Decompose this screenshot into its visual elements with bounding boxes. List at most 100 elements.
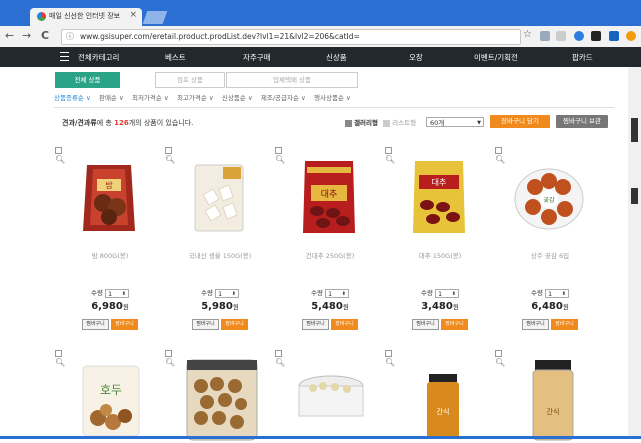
select-checkbox[interactable]: [495, 350, 502, 357]
quantity-stepper[interactable]: 1 ⬍: [104, 288, 129, 298]
quantity-stepper[interactable]: 1 ⬍: [434, 288, 459, 299]
extension-icon[interactable]: [609, 31, 619, 41]
tab-close-button[interactable]: ×: [129, 10, 137, 20]
product-card[interactable]: 🔍︎ 대추 건대추 250G(봉) 수량 1 ⬍ 5,480원 찜바구니 장바구니: [275, 147, 385, 337]
quantity-stepper[interactable]: 1 ⬍: [324, 288, 349, 299]
product-image[interactable]: 간식: [403, 356, 479, 441]
product-image[interactable]: 밤: [73, 155, 145, 235]
sort-new[interactable]: 신상품순 ∨: [222, 94, 253, 102]
product-card[interactable]: 🔍︎ 밤 밤 800G(봉) 수량 1 ⬍ 6,980원 찜바구니 장바구니: [55, 147, 165, 337]
select-checkbox[interactable]: [275, 350, 282, 357]
sort-product-type[interactable]: 상품종류순 ∨: [54, 94, 91, 102]
extension-icon[interactable]: [540, 31, 550, 41]
tab-all-products[interactable]: 전체 상품: [55, 72, 120, 88]
tab-store-products[interactable]: 점포 상품: [155, 72, 225, 88]
product-card[interactable]: 🔍︎ 곶감 상주 곶감 6입 수량 1 ⬍ 6,480원 찜바구니 장바구니: [495, 147, 605, 337]
stepper-arrows-icon[interactable]: ⬍: [452, 290, 456, 299]
select-checkbox[interactable]: [165, 147, 172, 154]
quantity-stepper[interactable]: 1 ⬍: [214, 288, 239, 299]
extension-icon[interactable]: [574, 31, 584, 41]
product-card[interactable]: 🔍︎ 대추 대추 150G(봉) 수량 1 ⬍ 3,480원 찜바구니 장바구니: [385, 147, 495, 337]
keep-item-button[interactable]: 찜바구니: [302, 319, 329, 330]
zoom-icon[interactable]: 🔍︎: [165, 358, 175, 367]
add-item-to-cart-button[interactable]: 장바구니: [221, 319, 248, 330]
menu-icon[interactable]: [60, 52, 69, 61]
sort-lowest-price[interactable]: 최저가격순 ∨: [132, 94, 169, 102]
select-checkbox[interactable]: [495, 147, 502, 154]
select-checkbox[interactable]: [165, 350, 172, 357]
add-item-to-cart-button[interactable]: 장바구니: [331, 319, 358, 330]
reload-button[interactable]: C: [41, 29, 49, 42]
quantity-stepper[interactable]: 1 ⬍: [544, 288, 569, 299]
select-checkbox[interactable]: [275, 147, 282, 154]
nav-events[interactable]: 이벤트/기획전: [474, 52, 518, 63]
back-button[interactable]: ←: [5, 29, 14, 42]
product-name[interactable]: 대추 150G(봉): [385, 250, 495, 260]
zoom-icon[interactable]: 🔍︎: [495, 358, 505, 367]
product-card[interactable]: 🔍︎: [275, 350, 385, 440]
sort-highest-price[interactable]: 최고가격순 ∨: [177, 94, 214, 102]
extension-icon[interactable]: [626, 31, 636, 41]
keep-item-button[interactable]: 찜바구니: [82, 319, 109, 330]
product-name[interactable]: 건대추 250G(봉): [275, 250, 385, 260]
keep-item-button[interactable]: 찜바구니: [412, 319, 439, 330]
add-item-to-cart-button[interactable]: 장바구니: [441, 319, 468, 330]
stepper-arrows-icon[interactable]: ⬍: [342, 290, 346, 299]
forward-button[interactable]: →: [22, 29, 31, 42]
keep-button[interactable]: 찜바구니 보관: [556, 115, 608, 128]
stepper-arrows-icon[interactable]: ⬍: [562, 290, 566, 299]
list-view-button[interactable]: 리스트형: [392, 119, 416, 127]
nav-card[interactable]: 팝카드: [572, 52, 593, 63]
bookmark-star-icon[interactable]: ☆: [523, 29, 532, 40]
add-to-cart-button[interactable]: 장바구니 담기: [490, 115, 550, 128]
product-image[interactable]: 간식: [513, 356, 589, 441]
product-image[interactable]: [293, 356, 369, 441]
product-card[interactable]: 🔍︎: [165, 350, 275, 441]
url-input[interactable]: ⓘ www.gsisuper.com/eretail.product.prodL…: [61, 29, 521, 45]
zoom-icon[interactable]: 🔍︎: [165, 155, 175, 164]
product-name[interactable]: 상주 곶감 6입: [495, 250, 605, 260]
zoom-icon[interactable]: 🔍︎: [275, 155, 285, 164]
extension-icon[interactable]: [556, 31, 566, 41]
add-item-to-cart-button[interactable]: 장바구니: [551, 319, 578, 330]
grid-view-icon[interactable]: [345, 119, 352, 127]
nav-best[interactable]: 베스트: [165, 52, 186, 63]
product-image[interactable]: 호두: [73, 356, 149, 441]
list-view-icon[interactable]: [383, 119, 391, 127]
scrollbar-thumb[interactable]: [631, 118, 638, 142]
nav-all-categories[interactable]: 전체카테고리: [78, 52, 119, 63]
nav-frequent[interactable]: 자주구매: [243, 52, 271, 63]
product-image[interactable]: 곶감: [513, 155, 585, 235]
keep-item-button[interactable]: 찜바구니: [522, 319, 549, 330]
sort-manufacturer[interactable]: 제조/공급자순 ∨: [261, 94, 306, 102]
zoom-icon[interactable]: 🔍︎: [385, 358, 395, 367]
product-image[interactable]: 대추: [403, 155, 475, 235]
select-checkbox[interactable]: [385, 350, 392, 357]
zoom-icon[interactable]: 🔍︎: [275, 358, 285, 367]
product-image[interactable]: [183, 155, 255, 235]
sort-event[interactable]: 행사상품순 ∨: [314, 94, 351, 102]
gallery-view-button[interactable]: 갤러리형: [354, 119, 378, 127]
select-checkbox[interactable]: [385, 147, 392, 154]
add-item-to-cart-button[interactable]: 장바구니: [111, 319, 138, 330]
product-image[interactable]: [183, 356, 259, 441]
keep-item-button[interactable]: 찜바구니: [192, 319, 219, 330]
info-icon[interactable]: ⓘ: [66, 31, 74, 42]
stepper-arrows-icon[interactable]: ⬍: [232, 290, 236, 299]
product-image[interactable]: 대추: [293, 155, 365, 235]
select-checkbox[interactable]: [55, 147, 62, 154]
zoom-icon[interactable]: 🔍︎: [55, 358, 65, 367]
scrollbar-thumb[interactable]: [631, 188, 638, 204]
product-card[interactable]: 🔍︎ 간식: [495, 350, 605, 441]
product-name[interactable]: 밤 800G(봉): [55, 250, 165, 260]
product-card[interactable]: 🔍︎ 호두: [55, 350, 165, 440]
product-card[interactable]: 🔍︎ 국내산 생율 150G(봉) 수량 1 ⬍ 5,980원 찜바구니 장바구니: [165, 147, 275, 337]
zoom-icon[interactable]: 🔍︎: [495, 155, 505, 164]
select-checkbox[interactable]: [55, 350, 62, 357]
nav-item[interactable]: 오장: [409, 52, 423, 63]
per-page-select[interactable]: 60개 ▼: [426, 117, 484, 127]
tab-delivery-products[interactable]: 업체택배 상품: [226, 72, 358, 88]
sort-sales[interactable]: 판매순 ∨: [99, 94, 124, 102]
product-name[interactable]: 국내산 생율 150G(봉): [165, 250, 275, 260]
zoom-icon[interactable]: 🔍︎: [385, 155, 395, 164]
